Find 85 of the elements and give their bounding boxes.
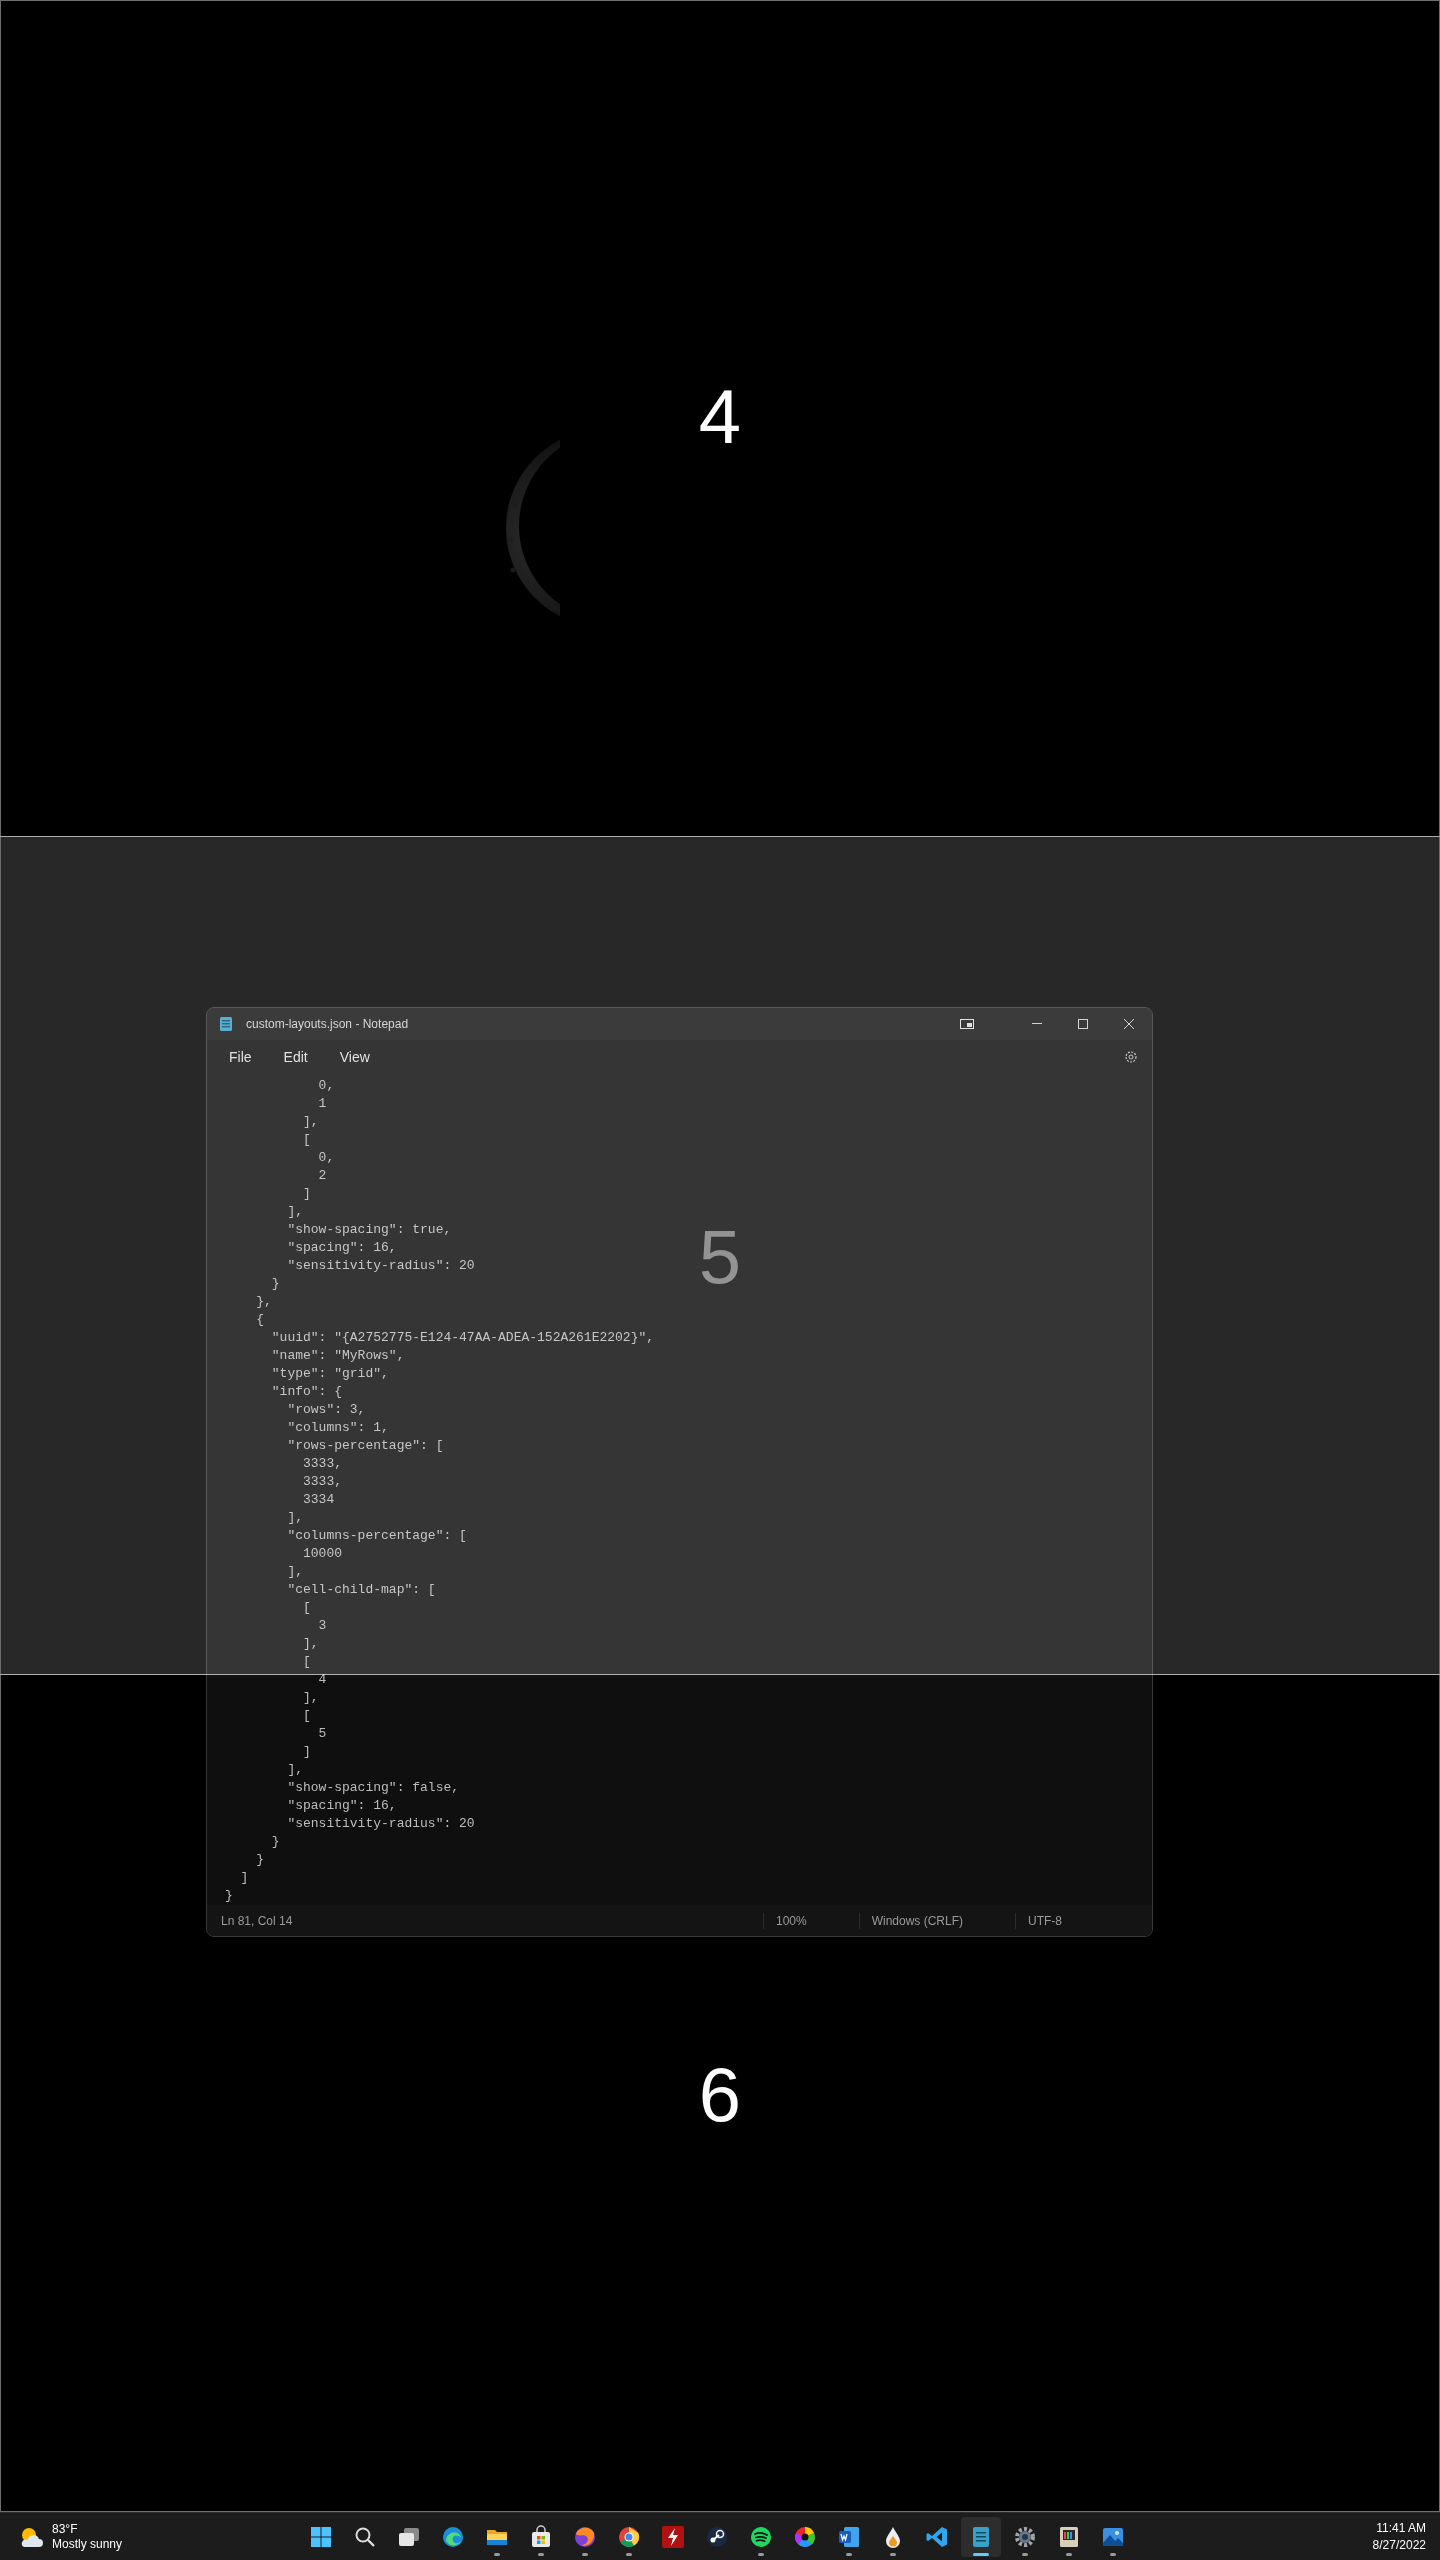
code-line: ], — [286, 1509, 303, 1528]
code-line: [ — [302, 1653, 311, 1672]
code-line: { — [255, 1311, 264, 1330]
start-icon — [309, 2525, 333, 2549]
code-line: } — [255, 1851, 264, 1870]
code-line: "type": "grid", — [270, 1365, 389, 1384]
running-indicator — [582, 2553, 588, 2556]
code-line: 3334 — [302, 1491, 335, 1510]
running-indicator — [494, 2553, 500, 2556]
code-line: 5 — [317, 1725, 327, 1744]
status-text: UTF-8 — [1027, 1913, 1063, 1928]
running-indicator — [758, 2553, 764, 2556]
running-indicator — [973, 2553, 989, 2556]
code-line: "show-spacing": false, — [286, 1779, 460, 1798]
code-line: ], — [286, 1761, 303, 1780]
code-line: 4 — [317, 1671, 327, 1690]
code-line: ], — [286, 1563, 303, 1582]
code-line: ] — [302, 1185, 311, 1204]
search-icon — [353, 2525, 377, 2549]
code-line: "cell-child-map": [ — [286, 1581, 436, 1600]
code-line: [ — [302, 1599, 311, 1618]
code-line: ], — [302, 1113, 319, 1132]
code-line: 10000 — [302, 1545, 343, 1564]
status-text: Ln 81, Col 14 — [220, 1913, 293, 1928]
code-line: "spacing": 16, — [286, 1239, 397, 1258]
code-line: 2 — [317, 1167, 327, 1186]
code-line: "columns-percentage": [ — [286, 1527, 467, 1546]
code-line: } — [270, 1833, 280, 1852]
running-indicator — [538, 2553, 544, 2556]
code-line: ], — [286, 1203, 303, 1222]
code-line: 1 — [317, 1095, 327, 1114]
landscape-icon — [1101, 2525, 1125, 2549]
clock-date[interactable]: 8/27/2022 — [1372, 2536, 1426, 2554]
running-indicator — [846, 2553, 852, 2556]
taskbar-button[interactable] — [961, 2517, 1001, 2557]
weather-condition-text: Mostly sunny — [52, 2536, 123, 2552]
code-line: 3 — [317, 1617, 327, 1636]
code-line: 3333, — [302, 1455, 343, 1474]
code-line: "sensitivity-radius": 20 — [286, 1257, 475, 1276]
code-line: ], — [302, 1635, 319, 1654]
code-line: ] — [239, 1869, 249, 1888]
lightning-icon — [661, 2525, 685, 2549]
code-line: } — [270, 1275, 280, 1294]
code-line: "rows": 3, — [286, 1401, 366, 1420]
running-indicator — [1022, 2553, 1028, 2556]
swirl-icon — [441, 2525, 465, 2549]
code-line: }, — [255, 1293, 272, 1312]
code-line: "spacing": 16, — [286, 1797, 397, 1816]
zone-number: 6 — [698, 2051, 742, 2138]
code-line: "columns": 1, — [286, 1419, 389, 1438]
code-line: ], — [302, 1689, 319, 1708]
wheel-icon — [617, 2525, 641, 2549]
running-indicator — [890, 2553, 896, 2556]
shopping-bag-icon — [529, 2525, 553, 2549]
settings-icon — [1013, 2525, 1037, 2549]
clock-time[interactable]: 11:41 AM — [1376, 2519, 1426, 2537]
zone-number: 4 — [698, 373, 742, 460]
code-line: [ — [302, 1707, 311, 1726]
code-line: } — [225, 1887, 233, 1906]
code-line: "name": "MyRows", — [270, 1347, 405, 1366]
running-indicator — [626, 2553, 632, 2556]
code-line: 3333, — [302, 1473, 343, 1492]
monitor-icon — [1057, 2525, 1081, 2549]
code-line: "rows-percentage": [ — [286, 1437, 444, 1456]
code-line: ] — [302, 1743, 311, 1762]
color-wheel-icon — [793, 2525, 817, 2549]
status-text: Windows (CRLF) — [870, 1913, 964, 1928]
window-title: custom-layouts.json - Notepad — [246, 1017, 410, 1031]
code-line: 0, — [317, 1149, 335, 1168]
code-line: "info": { — [270, 1383, 343, 1402]
code-line: "sensitivity-radius": 20 — [286, 1815, 475, 1834]
globe-icon — [573, 2525, 597, 2549]
temperature-text: 83°F — [52, 2521, 79, 2537]
document-icon — [837, 2525, 861, 2549]
code-line: [ — [302, 1131, 311, 1150]
code-line: "uuid": "{A2752775-E124-47AA-ADEA-152A261E2202}", — [270, 1329, 655, 1348]
code-line: "show-spacing": true, — [286, 1221, 452, 1240]
running-indicator — [1110, 2553, 1116, 2556]
zone-number: 5 — [698, 1213, 742, 1300]
ribbon-icon — [925, 2525, 949, 2549]
status-text: 100% — [774, 1913, 808, 1928]
sound-waves-icon — [749, 2525, 773, 2549]
task-view-icon — [397, 2525, 421, 2549]
running-indicator — [1066, 2553, 1072, 2556]
code-line: 0, — [317, 1077, 335, 1096]
